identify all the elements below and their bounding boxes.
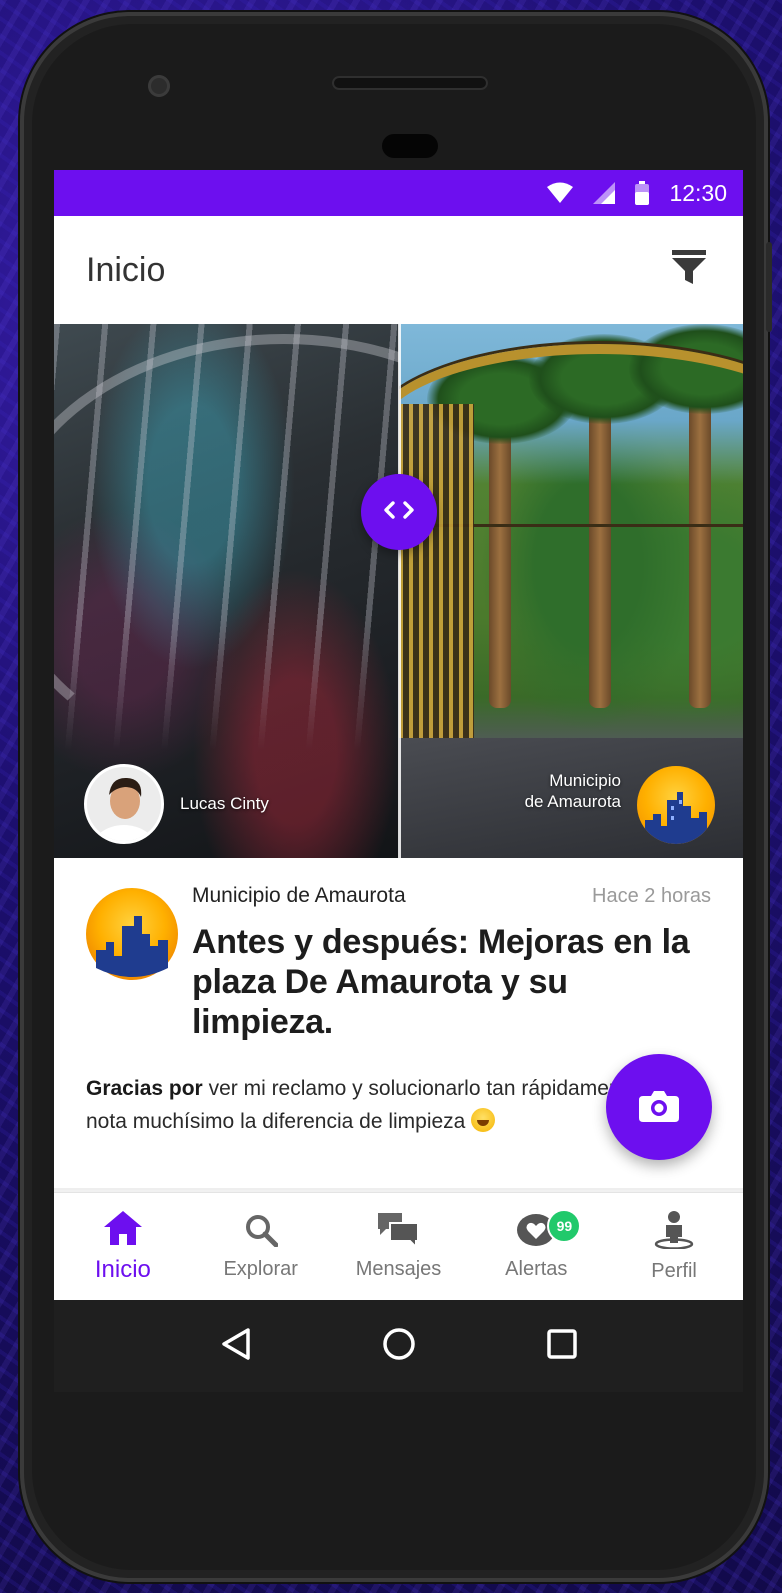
wifi-icon — [547, 182, 574, 204]
person-icon — [654, 1211, 694, 1254]
back-icon — [220, 1327, 252, 1366]
filter-button[interactable] — [667, 248, 711, 292]
app-bar: Inicio — [54, 216, 743, 324]
person-avatar-illustration — [87, 767, 161, 841]
city-skyline-icon — [86, 888, 178, 980]
comparison-slider-handle[interactable] — [361, 474, 437, 550]
nav-label-explorar: Explorar — [223, 1258, 298, 1280]
speaker-grill — [332, 76, 488, 90]
bottom-navigation: Inicio Explorar Mensajes 99 Alertas Perf… — [54, 1192, 743, 1301]
nav-item-perfil[interactable]: Perfil — [605, 1193, 743, 1301]
before-author[interactable]: Lucas Cinty — [84, 764, 269, 844]
alerts-badge: 99 — [547, 1209, 582, 1243]
search-icon — [244, 1213, 279, 1252]
filter-icon — [672, 249, 706, 291]
camera-fab-button[interactable] — [606, 1054, 712, 1160]
before-author-name: Lucas Cinty — [180, 794, 269, 813]
page-title: Inicio — [86, 250, 166, 289]
post-body-bold: Gracias por — [86, 1077, 203, 1100]
android-navigation-bar — [54, 1300, 743, 1392]
post-title[interactable]: Antes y después: Mejoras en la plaza De … — [192, 922, 711, 1042]
nav-label-perfil: Perfil — [651, 1260, 697, 1282]
post-time: Hace 2 horas — [592, 884, 711, 907]
city-skyline-icon — [645, 792, 707, 844]
comparison-divider[interactable] — [398, 324, 401, 858]
post-author-avatar[interactable] — [86, 888, 178, 980]
home-circle-icon — [382, 1327, 416, 1366]
nav-label-mensajes: Mensajes — [355, 1258, 442, 1280]
post-meta-row: Municipio de Amaurota Hace 2 horas — [192, 884, 711, 908]
post-header: Municipio de Amaurota Hace 2 horas Antes… — [86, 884, 711, 1042]
chat-icon — [378, 1213, 420, 1252]
before-photo: Lucas Cinty — [54, 324, 399, 858]
nav-label-inicio: Inicio — [94, 1255, 151, 1283]
nav-label-alertas: Alertas — [505, 1258, 568, 1280]
after-author[interactable]: Municipio de Amaurota — [525, 766, 715, 844]
status-bar: 12:30 — [54, 170, 743, 216]
ornate-gate — [399, 404, 474, 763]
after-photo: Municipio de Amaurota — [399, 324, 743, 858]
back-button[interactable] — [211, 1321, 261, 1371]
grinning-face-emoji — [471, 1108, 496, 1132]
earpiece — [382, 134, 438, 158]
avatar — [84, 764, 164, 844]
front-camera — [148, 75, 170, 97]
signal-icon — [593, 182, 616, 204]
nav-item-alertas[interactable]: 99 Alertas — [467, 1193, 605, 1301]
camera-icon — [639, 1088, 679, 1127]
before-after-comparison[interactable]: Lucas Cinty Municipio de Amaurota — [54, 324, 743, 858]
city-avatar — [637, 766, 715, 844]
home-icon — [103, 1210, 142, 1250]
after-author-name: Municipio de Amaurota — [525, 770, 621, 812]
code-arrows-icon — [382, 500, 416, 525]
recents-button[interactable] — [537, 1321, 587, 1371]
post-meta: Municipio de Amaurota Hace 2 horas Antes… — [192, 884, 711, 1042]
after-author-line2: de Amaurota — [524, 792, 621, 811]
post-author[interactable]: Municipio de Amaurota — [192, 884, 406, 908]
battery-icon — [635, 181, 650, 205]
power-button — [766, 242, 772, 332]
nav-item-mensajes[interactable]: Mensajes — [330, 1193, 468, 1301]
app-screen: 12:30 Inicio Lucas Cinty Municipio de Am… — [54, 170, 743, 1392]
after-author-line1: Municipio — [549, 771, 621, 790]
status-time: 12:30 — [669, 179, 727, 206]
nav-item-explorar[interactable]: Explorar — [192, 1193, 330, 1301]
home-button[interactable] — [374, 1321, 424, 1371]
recents-icon — [546, 1328, 578, 1365]
nav-item-inicio[interactable]: Inicio — [54, 1193, 192, 1301]
